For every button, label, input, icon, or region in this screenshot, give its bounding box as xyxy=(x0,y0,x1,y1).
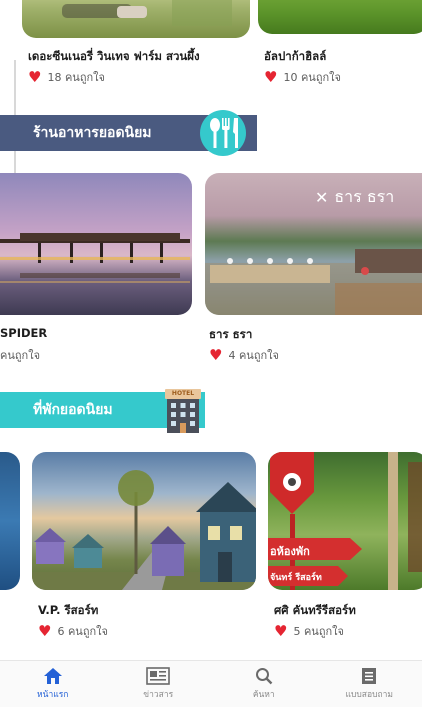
news-icon xyxy=(146,667,171,685)
heart-icon[interactable]: ♥ xyxy=(264,69,277,85)
card-title: อัลปาก้าฮิลล์ xyxy=(264,49,327,63)
heart-icon[interactable]: ♥ xyxy=(38,623,51,639)
attraction-card-alpaca-hill[interactable]: อัลปาก้าฮิลล์ ♥ 10 คนถูกใจ xyxy=(258,0,422,100)
card-title: ธาร ธรา xyxy=(209,327,253,341)
tab-home[interactable]: หน้าแรก xyxy=(0,661,106,707)
bottom-tab-bar: หน้าแรก ข่าวสาร ค้นหา แบบสอบถาม xyxy=(0,660,422,707)
search-icon xyxy=(255,668,273,685)
like-count: ♥ 4 คนถูกใจ xyxy=(209,346,279,364)
like-count-text: 5 คนถูกใจ xyxy=(293,625,344,638)
section-title: ที่พักยอดนิยม xyxy=(33,402,113,418)
hotel-icon-text: HOTEL xyxy=(171,390,195,397)
pier-restaurant-illustration xyxy=(0,233,190,283)
tab-search[interactable]: ค้นหา xyxy=(211,661,317,707)
hotel-card-vp-resort[interactable]: V.P. รีสอร์ท ♥ 6 คนถูกใจ xyxy=(32,450,256,648)
tab-news[interactable]: ข่าวสาร xyxy=(106,661,212,707)
tab-label: หน้าแรก xyxy=(37,690,69,700)
attraction-image xyxy=(22,0,250,38)
attraction-card-scenery-farm[interactable]: เดอะซีนเนอรี่ วินเทจ ฟาร์ม สวนผึ้ง ♥ 18 … xyxy=(22,0,250,100)
hotel-image xyxy=(0,452,20,590)
hotel-image xyxy=(32,452,256,590)
tab-label: แบบสอบถาม xyxy=(345,690,393,700)
survey-icon xyxy=(362,668,377,684)
card-title: เดอะซีนเนอรี่ วินเทจ ฟาร์ม สวนผึ้ง xyxy=(28,49,200,63)
signboard-text: จันทร์ รีสอร์ท xyxy=(270,573,322,583)
attraction-image xyxy=(258,0,422,34)
restaurant-image xyxy=(0,173,192,315)
like-count-text: 6 คนถูกใจ xyxy=(57,625,108,638)
hotel-image: อห้องพัก จันทร์ รีสอร์ท xyxy=(268,452,422,590)
like-count: ♥ 6 คนถูกใจ xyxy=(38,622,108,640)
cattle-field-illustration xyxy=(62,0,232,26)
hotel-card-partial[interactable] xyxy=(0,450,20,590)
heart-icon[interactable]: ♥ xyxy=(28,69,41,85)
like-count-text: 18 คนถูกใจ xyxy=(47,71,105,84)
tab-label: ค้นหา xyxy=(252,690,275,700)
like-count: ♥ 18 คนถูกใจ xyxy=(28,68,105,86)
brand-logo-text: ธาร ธรา xyxy=(334,187,395,206)
restaurant-card-tharn-thara[interactable]: ✕ ธาร ธรา ธาร ธรา ♥ 4 คนถูกใจ xyxy=(205,170,422,370)
card-title: V.P. รีสอร์ท xyxy=(38,603,99,617)
brand-logo: ✕ ธาร ธรา xyxy=(315,185,394,210)
hotel-building-icon: HOTEL xyxy=(160,385,206,433)
attractions-row: เดอะซีนเนอรี่ วินเทจ ฟาร์ม สวนผึ้ง ♥ 18 … xyxy=(0,0,422,100)
restaurant-card-spider[interactable]: SPIDER คนถูกใจ xyxy=(0,170,192,370)
colorful-cottages-illustration xyxy=(32,470,256,590)
tab-label: ข่าวสาร xyxy=(143,690,174,700)
signboard-text: อห้องพัก xyxy=(270,545,310,558)
tab-survey[interactable]: แบบสอบถาม xyxy=(317,661,422,707)
heart-icon[interactable]: ♥ xyxy=(274,623,287,639)
like-count-text: คนถูกใจ xyxy=(0,349,41,362)
restaurant-image: ✕ ธาร ธรา xyxy=(205,173,422,315)
hotel-card-sasi-country-resort[interactable]: อห้องพัก จันทร์ รีสอร์ท ศศิ คันทรีรีสอร์… xyxy=(268,450,422,648)
like-count-text: 4 คนถูกใจ xyxy=(228,349,279,362)
cutlery-icon xyxy=(200,110,246,156)
card-title: SPIDER xyxy=(0,326,48,340)
restaurants-row: SPIDER คนถูกใจ ✕ ธาร ธรา ธาร ธรา ♥ 4 คนถ… xyxy=(0,170,422,370)
card-title: ศศิ คันทรีรีสอร์ท xyxy=(274,603,356,617)
crossed-utensils-icon: ✕ xyxy=(315,187,329,207)
home-icon xyxy=(43,668,62,684)
like-count-text: 10 คนถูกใจ xyxy=(283,71,341,84)
heart-icon[interactable]: ♥ xyxy=(209,347,222,363)
section-title: ร้านอาหารยอดนิยม xyxy=(33,125,152,141)
hotels-row: V.P. รีสอร์ท ♥ 6 คนถูกใจ อห้องพัก จันทร์… xyxy=(0,450,422,648)
like-count: ♥ 5 คนถูกใจ xyxy=(274,622,344,640)
like-count: คนถูกใจ xyxy=(0,346,40,364)
like-count: ♥ 10 คนถูกใจ xyxy=(264,68,341,86)
